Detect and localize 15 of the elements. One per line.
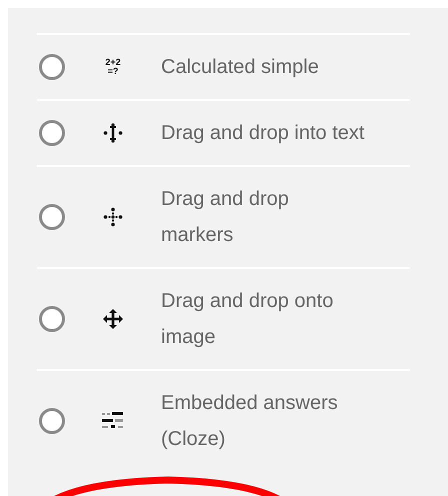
move-text-icon	[103, 123, 123, 143]
calculator-icon: 2+2 =?	[105, 58, 121, 76]
option-label: Calculated simple	[161, 55, 320, 80]
move-arrows-icon	[103, 309, 123, 329]
option-label: Drag and drop into text	[161, 121, 366, 146]
radio-button[interactable]	[39, 408, 65, 434]
option-label: Drag and drop markers	[161, 187, 290, 248]
option-label: Embedded answers (Cloze)	[161, 391, 339, 452]
move-dots-icon	[103, 207, 123, 227]
radio-button[interactable]	[39, 204, 65, 230]
radio-button[interactable]	[39, 306, 65, 332]
radio-button[interactable]	[39, 54, 65, 80]
radio-button[interactable]	[39, 120, 65, 146]
option-label: Drag and drop onto image	[161, 289, 334, 350]
cloze-icon	[102, 411, 124, 431]
